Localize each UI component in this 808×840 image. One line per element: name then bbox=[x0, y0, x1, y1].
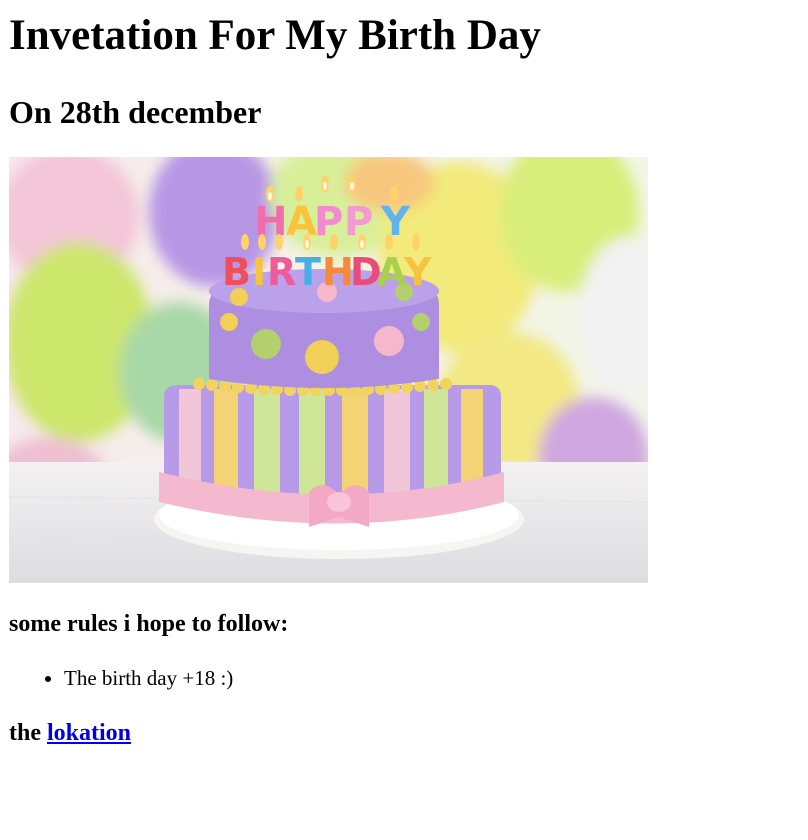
page-title: Invetation For My Birth Day bbox=[9, 12, 541, 59]
location-line: the lokation bbox=[9, 718, 799, 748]
location-link[interactable]: lokation bbox=[47, 720, 131, 746]
candle-letter: B bbox=[222, 250, 251, 294]
page-subtitle: On 28th december bbox=[9, 94, 262, 130]
rules-heading: some rules i hope to follow: bbox=[9, 611, 289, 637]
candle-letter: A bbox=[377, 250, 407, 294]
candle-letter: A bbox=[286, 199, 317, 245]
location-prefix: the bbox=[9, 720, 47, 746]
birthday-cake-image: H A P P Y B I R T H D A Y bbox=[9, 157, 648, 583]
candle-letter: Y bbox=[380, 199, 411, 245]
candle-letter: R bbox=[267, 250, 296, 294]
candle-letter: P bbox=[314, 199, 343, 245]
candle-letter: I bbox=[252, 250, 266, 294]
candle-letter: Y bbox=[403, 250, 432, 294]
candle-letter: T bbox=[295, 250, 321, 294]
rules-list: The birth day +18 :) bbox=[9, 665, 799, 691]
list-item: The birth day +18 :) bbox=[64, 665, 799, 691]
